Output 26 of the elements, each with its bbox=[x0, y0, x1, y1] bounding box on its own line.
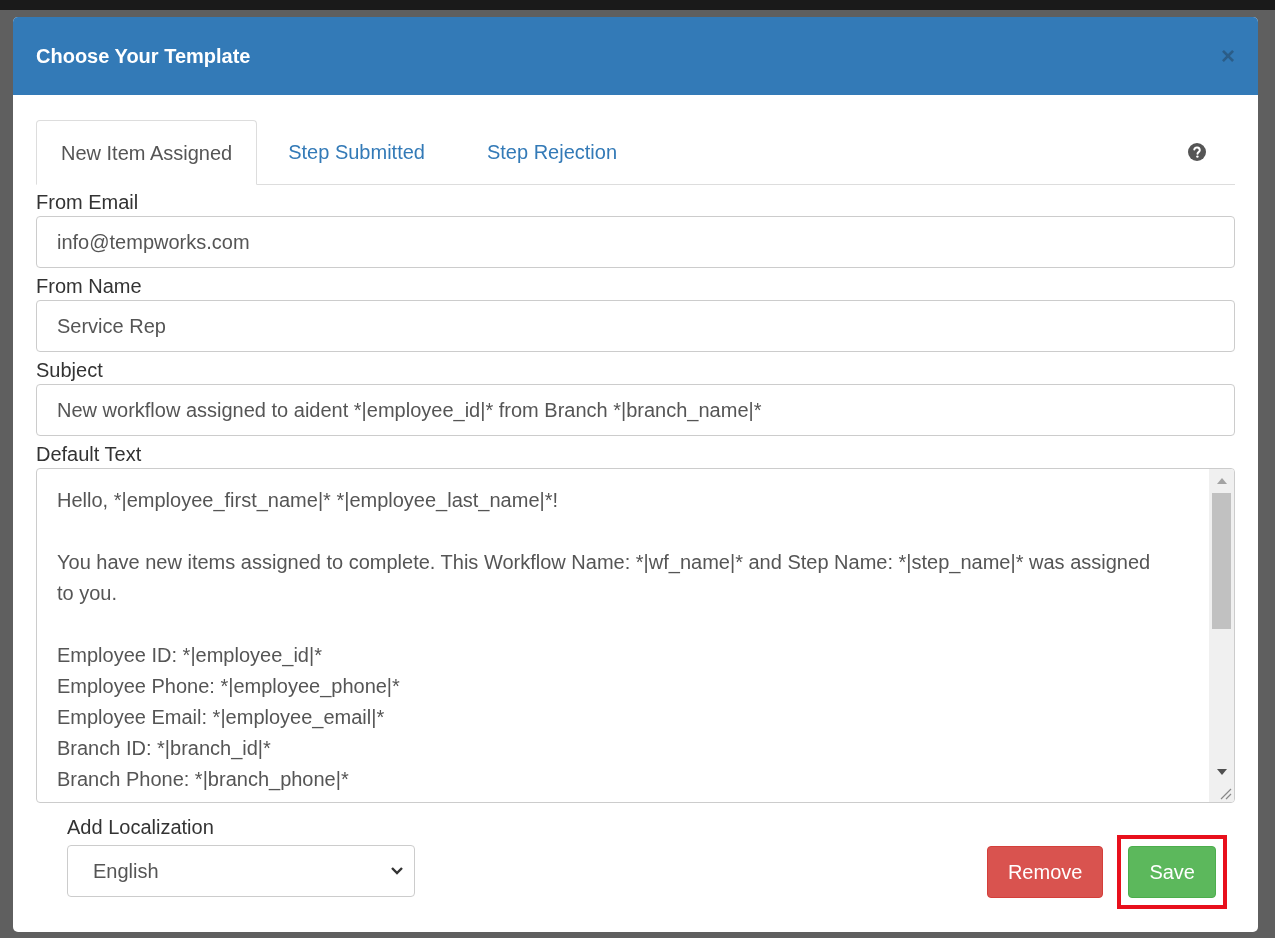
tab[interactable]: New Item Assigned bbox=[36, 120, 258, 185]
field-label: Default Text bbox=[36, 442, 143, 467]
text-line: Employee ID: *|employee_id|* bbox=[57, 643, 323, 669]
input-field[interactable]: info@tempworks.com bbox=[36, 216, 1235, 268]
field-label: From Email bbox=[36, 190, 140, 215]
tab[interactable]: Step Submitted bbox=[257, 119, 456, 184]
field-label: Add Localization bbox=[67, 815, 215, 840]
text-line: Employee Email: *|employee_email|* bbox=[57, 705, 386, 731]
field-label: From Name bbox=[36, 274, 143, 299]
language-select[interactable]: English bbox=[67, 845, 415, 897]
text-line: Hello, *|employee_first_name|* *|employee_last_name|*! bbox=[57, 488, 560, 514]
input-field[interactable]: New workflow assigned to aident *|employee_id|* from Branch *|branch_name|* bbox=[36, 384, 1235, 436]
text-line: Branch Phone: *|branch_phone|* bbox=[57, 767, 350, 793]
help-icon[interactable] bbox=[1187, 142, 1207, 162]
scrollbar-thumb[interactable] bbox=[1212, 493, 1231, 629]
text-line: Branch ID: *|branch_id|* bbox=[57, 736, 272, 762]
button[interactable]: Remove bbox=[986, 846, 1104, 898]
chevron-down-icon bbox=[390, 866, 404, 876]
text-line: You have new items assigned to complete. This Workflow Name: *|wf_name|* and Step Name: *|step_name|* was assigned to you. bbox=[57, 550, 1152, 606]
text-line: Employee Phone: *|employee_phone|* bbox=[57, 674, 401, 700]
scroll-down-icon[interactable] bbox=[1215, 768, 1228, 776]
input-field[interactable]: Service Rep bbox=[36, 300, 1235, 352]
dialog-title: Choose Your Template bbox=[36, 44, 251, 69]
field-label: Subject bbox=[36, 358, 104, 383]
text-area[interactable] bbox=[36, 468, 1235, 803]
tab[interactable]: Step Rejection bbox=[455, 119, 649, 184]
